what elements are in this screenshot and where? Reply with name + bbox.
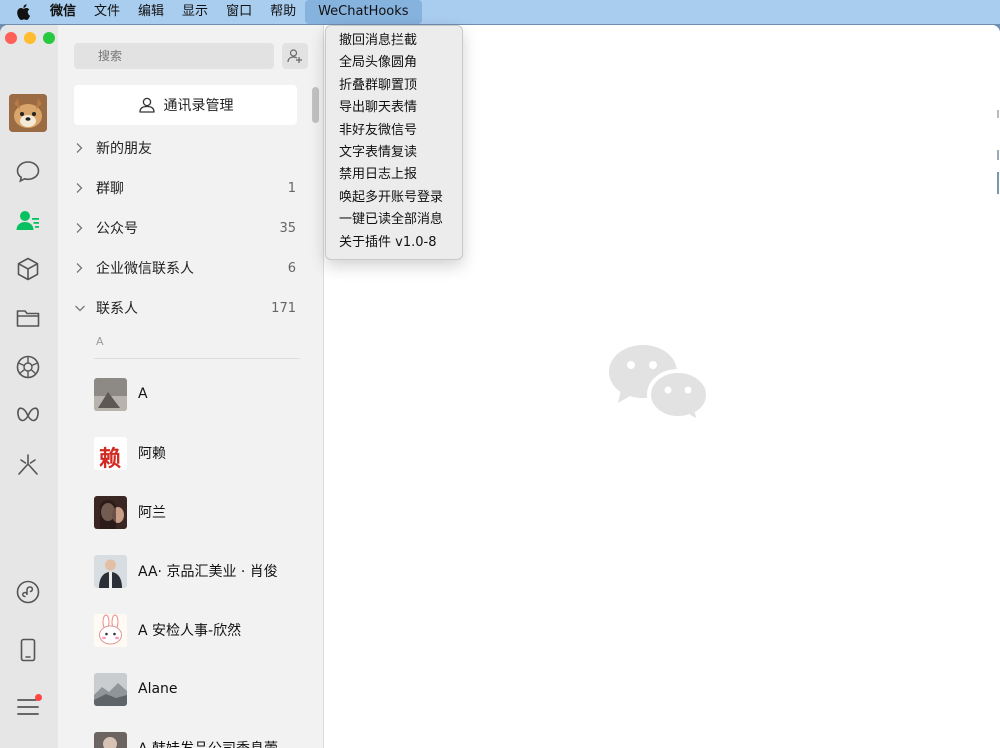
- contact-item[interactable]: 阿兰: [94, 487, 314, 537]
- chevron-right-icon: [74, 182, 96, 194]
- moments-icon[interactable]: [14, 353, 42, 381]
- contact-avatar: [94, 613, 127, 647]
- contact-avatar: [94, 377, 127, 411]
- menu-item-disable-log-report[interactable]: 禁用日志上报: [326, 164, 462, 186]
- group-count: 171: [271, 300, 296, 316]
- group-group-chats[interactable]: 群聊 1: [74, 168, 296, 208]
- contact-avatar: [94, 554, 127, 588]
- contact-item[interactable]: Alane: [94, 664, 314, 714]
- add-contact-icon: [287, 49, 302, 63]
- chevron-right-icon: [74, 222, 96, 234]
- contact-name: A 韩娃发品公司季息蕾: [138, 738, 278, 748]
- more-menu-icon[interactable]: [14, 693, 42, 721]
- group-name: 企业微信联系人: [96, 261, 194, 277]
- list-scrollbar[interactable]: [312, 87, 319, 123]
- chevron-right-icon: [74, 262, 96, 274]
- menu-item-nonfriend-id[interactable]: 非好友微信号: [326, 120, 462, 142]
- contacts-manage-button[interactable]: 通讯录管理: [74, 85, 297, 125]
- zoom-window-button[interactable]: [43, 32, 55, 44]
- menu-window[interactable]: 窗口: [217, 0, 261, 24]
- notification-dot: [35, 694, 42, 701]
- menu-item-round-avatar[interactable]: 全局头像圆角: [326, 52, 462, 74]
- group-contacts[interactable]: 联系人 171: [74, 288, 296, 328]
- phone-icon[interactable]: [14, 636, 42, 664]
- contact-name: A: [138, 386, 148, 402]
- contact-name: A 安检人事-欣然: [138, 623, 242, 639]
- wechat-window: 通讯录管理 新的朋友 群聊 1 公众号 35 企业微信联系人 6 联系人 171…: [0, 25, 1000, 748]
- menu-item-about-plugin[interactable]: 关于插件 v1.0-8: [326, 232, 462, 254]
- menu-help[interactable]: 帮助: [261, 0, 305, 24]
- chevron-right-icon: [74, 142, 96, 154]
- menu-file[interactable]: 文件: [85, 0, 129, 24]
- wechathooks-dropdown-menu: 撤回消息拦截 全局头像圆角 折叠群聊置顶 导出聊天表情 非好友微信号 文字表情复…: [325, 25, 463, 260]
- window-controls: [5, 32, 55, 44]
- contact-name: AA· 京品汇美业 · 肖俊: [138, 564, 278, 580]
- discover-icon[interactable]: [14, 451, 42, 479]
- menu-item-text-repeat[interactable]: 文字表情复读: [326, 142, 462, 164]
- folder-icon[interactable]: [14, 304, 42, 332]
- menu-item-fold-pinned-groups[interactable]: 折叠群聊置顶: [326, 75, 462, 97]
- menu-wechat[interactable]: 微信: [46, 0, 85, 24]
- contact-avatar: [94, 672, 127, 706]
- group-new-friends[interactable]: 新的朋友: [74, 128, 296, 168]
- menu-item-export-stickers[interactable]: 导出聊天表情: [326, 97, 462, 119]
- menu-item-multi-account-login[interactable]: 唤起多开账号登录: [326, 187, 462, 209]
- menu-bar: 微信 文件 编辑 显示 窗口 帮助 WeChatHooks: [0, 0, 1000, 24]
- favorites-icon[interactable]: [14, 255, 42, 283]
- mini-programs-icon[interactable]: [14, 578, 42, 606]
- contacts-icon[interactable]: [14, 207, 42, 235]
- add-friend-button[interactable]: [282, 43, 308, 69]
- search-input[interactable]: [74, 43, 274, 69]
- section-letter: A: [96, 335, 104, 348]
- group-name: 公众号: [96, 221, 138, 237]
- group-official-accounts[interactable]: 公众号 35: [74, 208, 296, 248]
- menu-item-mark-all-read[interactable]: 一键已读全部消息: [326, 209, 462, 231]
- person-icon: [138, 97, 155, 113]
- group-count: 6: [287, 260, 296, 276]
- close-window-button[interactable]: [5, 32, 17, 44]
- menu-item-recall-block[interactable]: 撤回消息拦截: [326, 30, 462, 52]
- my-avatar[interactable]: [9, 94, 47, 132]
- chevron-down-icon: [74, 303, 96, 313]
- contact-avatar: [94, 731, 127, 748]
- contact-item[interactable]: AA· 京品汇美业 · 肖俊: [94, 546, 314, 596]
- wechat-logo-icon: [609, 345, 711, 427]
- chat-icon[interactable]: [14, 158, 42, 186]
- minimize-window-button[interactable]: [24, 32, 36, 44]
- avatar-character: 赖: [99, 445, 122, 470]
- contact-avatar: 赖: [94, 436, 127, 470]
- contacts-manage-label: 通讯录管理: [163, 98, 234, 114]
- menu-view[interactable]: 显示: [173, 0, 217, 24]
- contact-name: Alane: [138, 681, 178, 697]
- contact-name: 阿兰: [138, 505, 166, 521]
- group-name: 新的朋友: [96, 141, 152, 157]
- window-edge-decoration: [997, 110, 999, 194]
- apple-icon[interactable]: [0, 4, 46, 20]
- group-count: 1: [287, 180, 296, 196]
- contact-item[interactable]: A: [94, 369, 314, 419]
- group-name: 联系人: [96, 301, 138, 317]
- section-divider: [94, 358, 300, 359]
- contact-avatar: [94, 495, 127, 529]
- contact-item[interactable]: A 韩娃发品公司季息蕾: [94, 723, 314, 748]
- channels-icon[interactable]: [14, 402, 42, 430]
- group-work-contacts[interactable]: 企业微信联系人 6: [74, 248, 296, 288]
- contacts-pane: 通讯录管理 新的朋友 群聊 1 公众号 35 企业微信联系人 6 联系人 171…: [58, 25, 324, 748]
- contact-name: 阿赖: [138, 446, 166, 462]
- side-navigation: [0, 25, 58, 748]
- menu-edit[interactable]: 编辑: [129, 0, 173, 24]
- menu-wechathooks[interactable]: WeChatHooks: [305, 0, 422, 24]
- group-name: 群聊: [96, 181, 124, 197]
- contact-item[interactable]: 赖 阿赖: [94, 428, 314, 478]
- contact-item[interactable]: A 安检人事-欣然: [94, 605, 314, 655]
- group-count: 35: [279, 220, 296, 236]
